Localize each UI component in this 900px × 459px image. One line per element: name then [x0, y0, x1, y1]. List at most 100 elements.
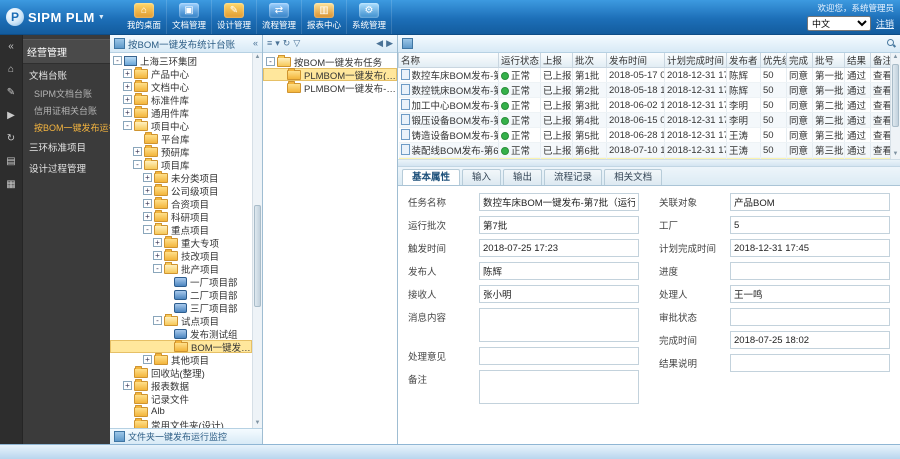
column-header[interactable]: 发布时间	[607, 53, 665, 68]
tree-node[interactable]: +报表数据	[110, 379, 252, 392]
expand-node-icon[interactable]: +	[123, 69, 132, 78]
filter-icon[interactable]: ▽	[293, 39, 300, 48]
column-header[interactable]: 批号	[813, 53, 845, 68]
expand-node-icon[interactable]: +	[143, 212, 152, 221]
tree-scrollbar[interactable]: ▲ ▼	[252, 53, 262, 428]
image-icon[interactable]: ▦	[4, 178, 18, 192]
tree-node[interactable]: +公司级项目	[110, 184, 252, 197]
scroll-thumb[interactable]	[892, 64, 899, 128]
field-input[interactable]	[479, 193, 639, 211]
expand-node-icon[interactable]: +	[123, 108, 132, 117]
tab-1[interactable]: 输入	[462, 169, 501, 185]
edit-icon[interactable]: ✎	[4, 86, 18, 100]
sidebar-item[interactable]: 按BOM一键发布运行监控	[23, 119, 110, 136]
field-input[interactable]	[730, 216, 890, 234]
tree-node[interactable]: +标准件库	[110, 93, 252, 106]
tree-node[interactable]: 二厂项目部	[110, 288, 252, 301]
field-input[interactable]	[479, 347, 639, 365]
list-icon[interactable]: ≡	[267, 39, 272, 48]
tree-node[interactable]: +科研项目	[110, 210, 252, 223]
collapse-node-icon[interactable]: -	[266, 57, 275, 66]
grid-scrollbar[interactable]: ▲ ▼	[890, 53, 900, 159]
expand-node-icon[interactable]: +	[143, 355, 152, 364]
next-arrow-icon[interactable]: ▶	[386, 39, 393, 48]
send-icon[interactable]: ▶	[4, 109, 18, 123]
collapse-node-icon[interactable]: -	[123, 121, 132, 130]
expand-node-icon[interactable]: +	[153, 238, 162, 247]
field-input[interactable]	[730, 331, 890, 349]
collapse-node-icon[interactable]: -	[143, 225, 152, 234]
column-header[interactable]: 优先级	[761, 53, 787, 68]
tree-node[interactable]: -按BOM一键发布任务	[263, 55, 397, 68]
field-input[interactable]	[730, 239, 890, 257]
table-row[interactable]: 加工中心BOM发布-第3批正常已上报第3批2018-06-02 14:05201…	[399, 98, 891, 113]
tree-node[interactable]: +文档中心	[110, 80, 252, 93]
library-icon[interactable]: ▤	[4, 155, 18, 169]
column-header[interactable]: 上报	[541, 53, 573, 68]
tree-node[interactable]: -批产项目	[110, 262, 252, 275]
tree-node[interactable]: BOM一键发布-测试	[110, 340, 252, 353]
collapse-icon[interactable]: «	[4, 40, 18, 54]
sidebar-item[interactable]: 文档台账	[23, 64, 110, 85]
sidebar-item[interactable]: 信用证相关台账	[23, 102, 110, 119]
tree-node[interactable]: 一厂项目部	[110, 275, 252, 288]
prev-arrow-icon[interactable]: ◀	[376, 39, 383, 48]
tree-node[interactable]: 平台库	[110, 132, 252, 145]
column-header[interactable]: 备注	[871, 53, 891, 68]
scroll-up-icon[interactable]: ▲	[893, 53, 899, 62]
tree-node[interactable]: Alb	[110, 405, 252, 418]
sidebar-item[interactable]: 三环标准项目	[23, 136, 110, 157]
collapse-node-icon[interactable]: -	[153, 264, 162, 273]
sidebar-item[interactable]: 设计过程管理	[23, 157, 110, 178]
caret-down-icon[interactable]: ▾	[275, 39, 280, 48]
tree-node[interactable]: +未分类项目	[110, 171, 252, 184]
table-row[interactable]: 锻压设备BOM发布-第4批正常已上报第4批2018-06-15 09:12201…	[399, 113, 891, 128]
tree-node[interactable]: -项目库	[110, 158, 252, 171]
tree-node[interactable]: 记录文件	[110, 392, 252, 405]
tab-4[interactable]: 相关文档	[604, 169, 662, 185]
refresh-icon[interactable]: ↻	[283, 39, 291, 48]
expand-node-icon[interactable]: +	[143, 199, 152, 208]
home-icon[interactable]: ⌂	[4, 63, 18, 77]
collapse-node-icon[interactable]: -	[113, 56, 122, 65]
tab-0[interactable]: 基本属性	[402, 169, 460, 185]
top-nav-item[interactable]: ✎设计管理	[212, 0, 257, 34]
column-header[interactable]: 运行状态	[499, 53, 541, 68]
logout-link[interactable]: 注销	[876, 17, 894, 30]
horizontal-splitter[interactable]	[398, 160, 900, 167]
expand-node-icon[interactable]: +	[143, 173, 152, 182]
top-nav-item[interactable]: ⇄流程管理	[257, 0, 302, 34]
expand-node-icon[interactable]: +	[133, 147, 142, 156]
expand-node-icon[interactable]: +	[123, 82, 132, 91]
field-input[interactable]	[730, 308, 890, 326]
field-input[interactable]	[730, 354, 890, 372]
sidebar-item[interactable]: SIPM文档台账	[23, 85, 110, 102]
tree-node[interactable]: -项目中心	[110, 119, 252, 132]
tree-panel-footer[interactable]: 文件夹一键发布运行监控	[110, 428, 262, 444]
field-input[interactable]	[479, 308, 639, 342]
column-header[interactable]: 完成	[787, 53, 813, 68]
tree-node[interactable]: -重点项目	[110, 223, 252, 236]
column-header[interactable]: 发布者	[727, 53, 761, 68]
tree-node[interactable]: 发布测试组	[110, 327, 252, 340]
expand-node-icon[interactable]: +	[153, 251, 162, 260]
top-nav-item[interactable]: ⚙系统管理	[347, 0, 392, 34]
tree-node[interactable]: +其他项目	[110, 353, 252, 366]
column-header[interactable]: 批次	[573, 53, 607, 68]
tab-3[interactable]: 流程记录	[544, 169, 602, 185]
tab-2[interactable]: 输出	[503, 169, 542, 185]
field-input[interactable]	[479, 262, 639, 280]
scroll-down-icon[interactable]: ▼	[255, 419, 261, 428]
top-nav-item[interactable]: ⌂我的桌面	[122, 0, 167, 34]
tree-node[interactable]: 三厂项目部	[110, 301, 252, 314]
scroll-down-icon[interactable]: ▼	[893, 150, 899, 159]
tree-node[interactable]: -上海三环集团	[110, 54, 252, 67]
tree-node[interactable]: +合资项目	[110, 197, 252, 210]
scroll-up-icon[interactable]: ▲	[255, 53, 261, 62]
top-nav-item[interactable]: ▣文档管理	[167, 0, 212, 34]
language-select[interactable]: 中文	[807, 16, 871, 31]
collapse-left-icon[interactable]: «	[253, 39, 258, 48]
column-header[interactable]: 名称	[399, 53, 499, 68]
tree-node[interactable]: PLMBOM一键发布-已完成	[263, 81, 397, 94]
history-icon[interactable]: ↻	[4, 132, 18, 146]
